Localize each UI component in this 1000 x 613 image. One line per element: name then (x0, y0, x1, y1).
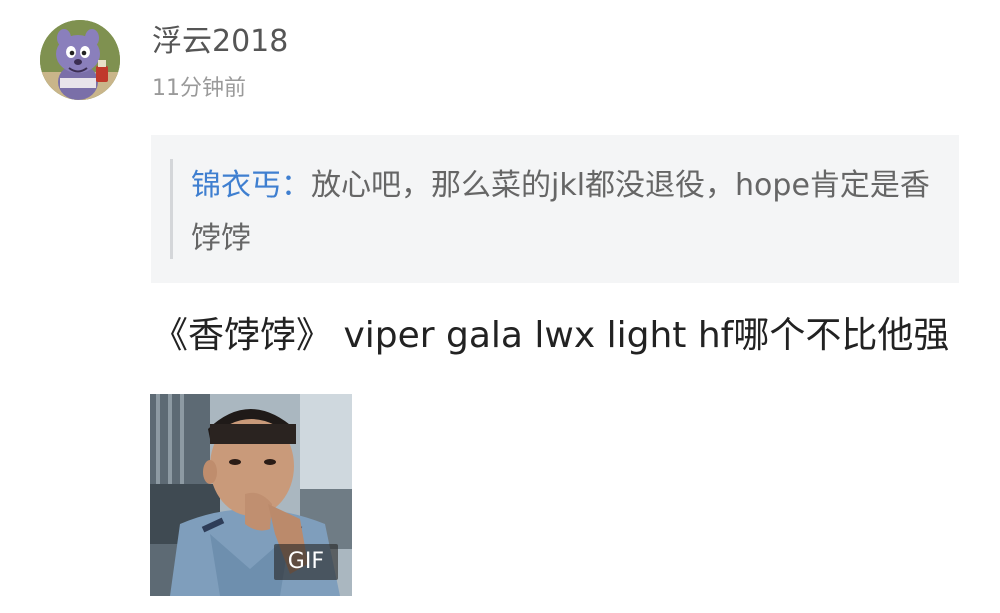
comment-item: 浮云2018 11分钟前 锦衣丐：放心吧，那么菜的jkl都没退役，hope肯定是… (0, 0, 1000, 613)
quote-bar (170, 159, 173, 259)
gif-badge: GIF (273, 544, 338, 580)
timestamp: 11分钟前 (152, 76, 246, 101)
quote-author[interactable]: 锦衣丐： (191, 168, 311, 203)
quoted-comment[interactable]: 锦衣丐：放心吧，那么菜的jkl都没退役，hope肯定是香饽饽 (151, 135, 959, 283)
avatar[interactable] (40, 20, 120, 100)
gif-thumbnail[interactable]: GIF (150, 394, 352, 596)
username[interactable]: 浮云2018 (152, 22, 288, 62)
quote-content: 锦衣丐：放心吧，那么菜的jkl都没退役，hope肯定是香饽饽 (191, 159, 951, 265)
comment-text: 《香饽饽》 viper gala lwx light hf哪个不比他强 (152, 315, 950, 356)
cartoon-avatar-image (40, 20, 120, 100)
